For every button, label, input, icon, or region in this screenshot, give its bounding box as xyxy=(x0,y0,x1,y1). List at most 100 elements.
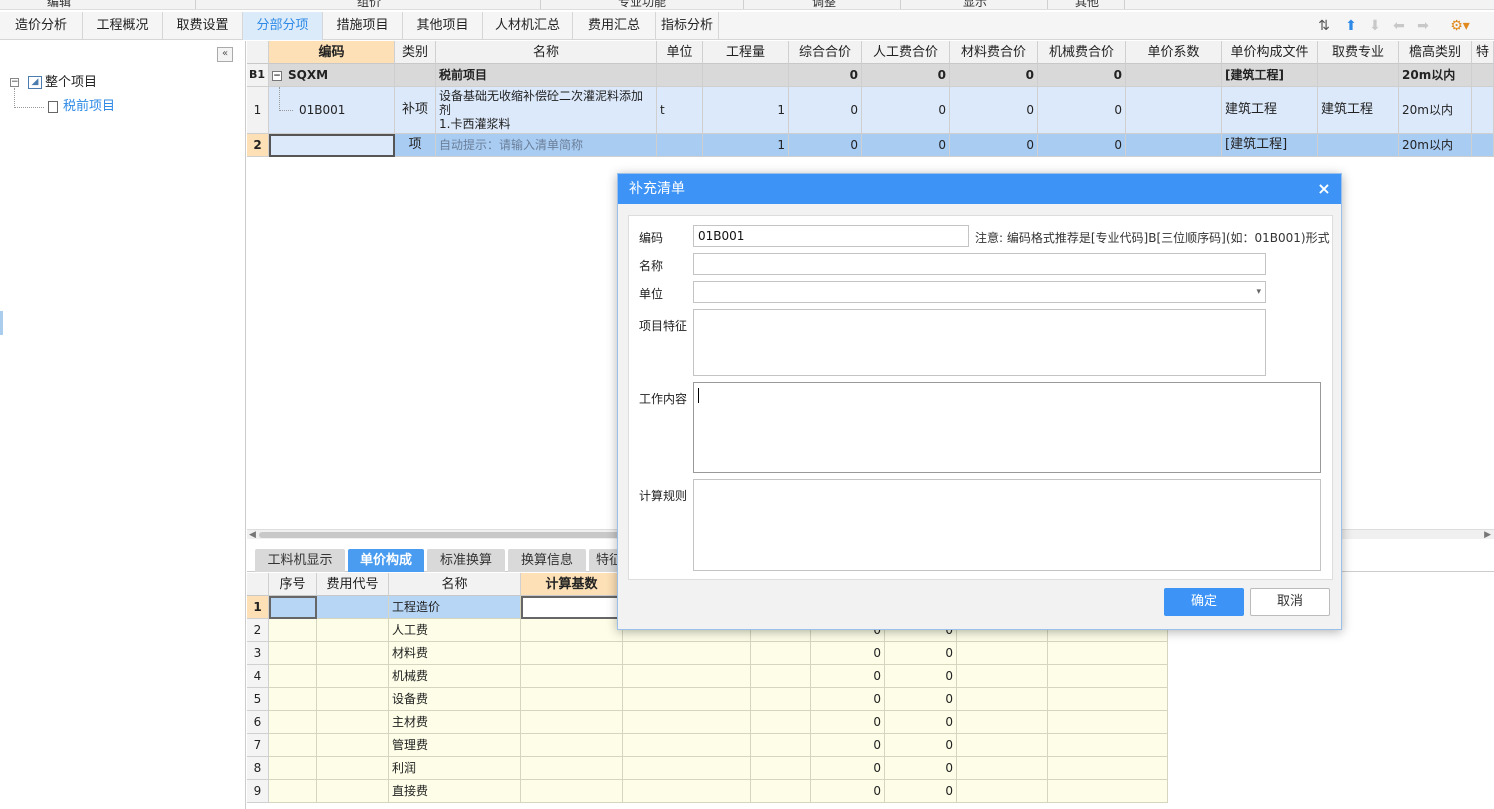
table-cell-eave-height[interactable]: 20m以内 xyxy=(1399,87,1472,134)
cell-total-price[interactable]: 0 xyxy=(885,665,957,688)
cell-name[interactable]: 工程造价 xyxy=(389,596,521,619)
grid-header-feature[interactable]: 特 xyxy=(1472,41,1494,64)
cell-seq[interactable] xyxy=(269,780,317,803)
cell-remark[interactable] xyxy=(1048,711,1168,734)
cell-unit-price[interactable]: 0 xyxy=(811,757,885,780)
cell-base-desc[interactable] xyxy=(623,780,751,803)
cell-fee-code[interactable] xyxy=(317,642,389,665)
bgrid-header-fee-code[interactable]: 费用代号 xyxy=(317,573,389,596)
cell-calc-base[interactable] xyxy=(521,780,623,803)
cell-name[interactable]: 直接费 xyxy=(389,780,521,803)
table-cell-labor[interactable]: 0 xyxy=(862,134,950,157)
table-cell-total[interactable]: 0 xyxy=(789,64,862,87)
grid-header-coefficient[interactable]: 单价系数 xyxy=(1126,41,1222,64)
table-cell-feature[interactable] xyxy=(1472,134,1494,157)
table-cell-eave-height[interactable]: 20m以内 xyxy=(1399,64,1472,87)
close-icon[interactable]: × xyxy=(1315,174,1333,204)
cell-name[interactable]: 材料费 xyxy=(389,642,521,665)
cell-name[interactable]: 设备费 xyxy=(389,688,521,711)
tab-sub-items[interactable]: 分部分项 xyxy=(243,12,323,40)
tab-fee-summary[interactable]: 费用汇总 xyxy=(573,12,656,40)
cell-total-price[interactable]: 0 xyxy=(885,711,957,734)
grid-header-machine[interactable]: 机械费合价 xyxy=(1038,41,1126,64)
tab-standard-conversion[interactable]: 标准换算 xyxy=(427,549,505,572)
table-cell-name-hint[interactable]: 自动提示：请输入清单简称 xyxy=(436,134,657,157)
cell-remark[interactable] xyxy=(1048,780,1168,803)
grid-header-eave-height[interactable]: 檐高类别 xyxy=(1399,41,1472,64)
grid-header-quantity[interactable]: 工程量 xyxy=(703,41,789,64)
cell-calc-base[interactable] xyxy=(521,711,623,734)
grid-header-unit[interactable]: 单位 xyxy=(657,41,703,64)
tab-unit-price-composition[interactable]: 单价构成 xyxy=(348,549,424,572)
cell-remark[interactable] xyxy=(1048,642,1168,665)
table-cell-unit[interactable]: t xyxy=(657,87,703,134)
cell-name[interactable]: 机械费 xyxy=(389,665,521,688)
cell-rate[interactable] xyxy=(751,780,811,803)
table-cell-type[interactable] xyxy=(395,64,436,87)
cell-remark[interactable] xyxy=(1048,688,1168,711)
table-cell-quantity[interactable] xyxy=(703,64,789,87)
cell-name[interactable]: 管理费 xyxy=(389,734,521,757)
move-left-icon[interactable]: ⬅ xyxy=(1390,17,1408,35)
grid-header-material[interactable]: 材料费合价 xyxy=(950,41,1038,64)
cell-total-price[interactable]: 0 xyxy=(885,780,957,803)
cell-name[interactable]: 利润 xyxy=(389,757,521,780)
cell-total-price[interactable]: 0 xyxy=(885,734,957,757)
cell-rate[interactable] xyxy=(751,711,811,734)
grid-header-name[interactable]: 名称 xyxy=(436,41,657,64)
cell-remark[interactable] xyxy=(1048,665,1168,688)
table-cell-quantity[interactable]: 1 xyxy=(703,87,789,134)
sort-icon[interactable]: ⇅ xyxy=(1315,17,1333,35)
cell-total-price[interactable]: 0 xyxy=(885,757,957,780)
cell-fee-category[interactable] xyxy=(957,780,1048,803)
table-cell-profession[interactable]: 建筑工程 xyxy=(1318,87,1399,134)
cell-unit-price[interactable]: 0 xyxy=(811,688,885,711)
table-cell-machine[interactable]: 0 xyxy=(1038,87,1126,134)
cell-fee-category[interactable] xyxy=(957,734,1048,757)
tree-collapse-toggle[interactable]: − xyxy=(10,78,19,87)
table-cell-material[interactable]: 0 xyxy=(950,87,1038,134)
table-cell-labor[interactable]: 0 xyxy=(862,64,950,87)
table-cell-profession[interactable] xyxy=(1318,134,1399,157)
table-cell-eave-height[interactable]: 20m以内 xyxy=(1399,134,1472,157)
cell-fee-category[interactable] xyxy=(957,642,1048,665)
cell-fee-code[interactable] xyxy=(317,619,389,642)
cell-seq[interactable] xyxy=(269,596,317,619)
cell-calc-base[interactable] xyxy=(521,688,623,711)
scroll-right-icon[interactable]: ▶ xyxy=(1484,530,1491,540)
cell-unit-price[interactable]: 0 xyxy=(811,734,885,757)
cell-calc-base[interactable] xyxy=(521,619,623,642)
chevron-down-icon[interactable]: ▾ xyxy=(1256,282,1261,302)
cell-rate[interactable] xyxy=(751,734,811,757)
tab-conversion-info[interactable]: 换算信息 xyxy=(508,549,586,572)
cell-base-desc[interactable] xyxy=(623,757,751,780)
table-cell-unit[interactable] xyxy=(657,64,703,87)
table-cell-total[interactable]: 0 xyxy=(789,134,862,157)
cell-fee-code[interactable] xyxy=(317,688,389,711)
cell-fee-code[interactable] xyxy=(317,734,389,757)
work-content-textarea[interactable] xyxy=(693,382,1321,473)
table-cell-material[interactable]: 0 xyxy=(950,64,1038,87)
move-right-icon[interactable]: ➡ xyxy=(1414,17,1432,35)
cell-base-desc[interactable] xyxy=(623,642,751,665)
tab-cost-analysis[interactable]: 造价分析 xyxy=(0,12,83,40)
tab-fee-settings[interactable]: 取费设置 xyxy=(163,12,243,40)
tree-item-pretax[interactable]: 税前项目 xyxy=(48,98,115,116)
cell-fee-code[interactable] xyxy=(317,711,389,734)
row-collapse-icon[interactable]: − xyxy=(272,70,282,81)
table-cell-price-file[interactable]: 建筑工程 xyxy=(1222,87,1318,134)
table-cell-unit[interactable] xyxy=(657,134,703,157)
tab-measures[interactable]: 措施项目 xyxy=(323,12,403,40)
table-cell-price-file[interactable]: [建筑工程] xyxy=(1222,134,1318,157)
cell-calc-base[interactable] xyxy=(521,734,623,757)
cell-calc-base[interactable] xyxy=(521,642,623,665)
cell-calc-base[interactable] xyxy=(521,596,623,619)
cell-rate[interactable] xyxy=(751,642,811,665)
cell-fee-code[interactable] xyxy=(317,596,389,619)
table-cell-type[interactable]: 项 xyxy=(395,134,436,157)
cell-calc-base[interactable] xyxy=(521,665,623,688)
cell-rate[interactable] xyxy=(751,688,811,711)
bgrid-header-name[interactable]: 名称 xyxy=(389,573,521,596)
cell-fee-category[interactable] xyxy=(957,757,1048,780)
cell-calc-base[interactable] xyxy=(521,757,623,780)
